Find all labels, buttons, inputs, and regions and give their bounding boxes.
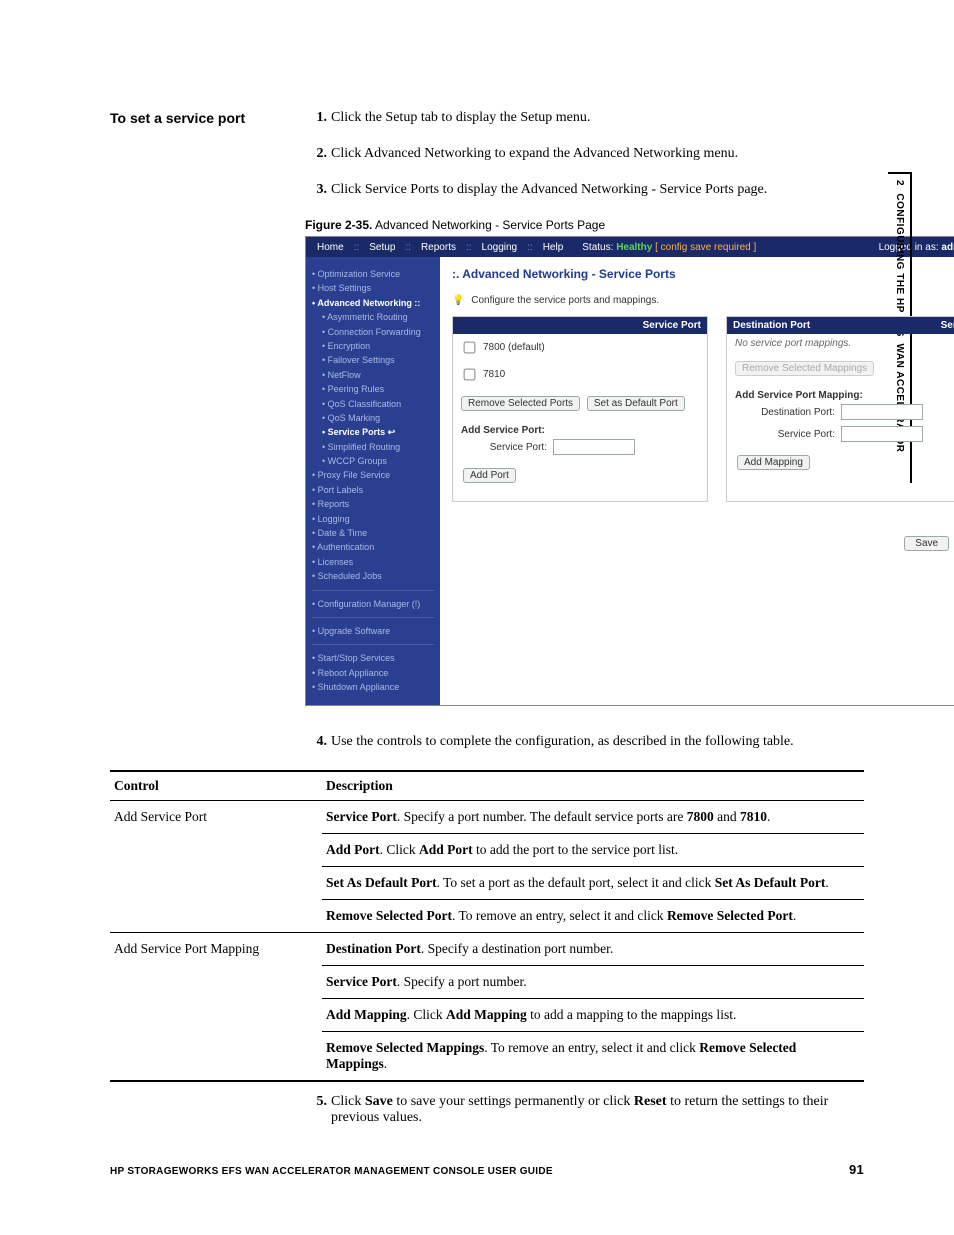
sidebar-item[interactable]: • Shutdown Appliance [312,680,434,694]
ss-topbar: Home:: Setup:: Reports:: Logging:: Help … [306,237,954,257]
service-port-header: Service Port [453,317,707,334]
sidebar-item[interactable]: • Port Labels [312,483,434,497]
nav-help[interactable]: Help [538,242,569,253]
nav-home[interactable]: Home [312,242,349,253]
description-cell: Set As Default Port. To set a port as th… [322,866,864,899]
description-cell: Add Mapping. Click Add Mapping to add a … [322,998,864,1031]
port-row-7800[interactable]: 7800 (default) [453,334,707,361]
page-title: :. Advanced Networking - Service Ports [452,267,954,281]
service-port-input[interactable] [553,439,635,455]
sidebar-item[interactable]: • Reports [312,497,434,511]
port-7810-checkbox[interactable] [464,369,476,381]
mapping-panel: Destination Port Service Port No service… [726,316,954,502]
sidebar-item[interactable]: • Asymmetric Routing [312,310,434,324]
description-cell: Service Port. Specify a port number. The… [322,800,864,833]
service-port-panel: Service Port 7800 (default) 7810 [452,316,708,502]
sidebar-item[interactable]: • QoS Marking [312,411,434,425]
step-3: 3. Click Service Ports to display the Ad… [305,182,954,198]
description-cell: Remove Selected Port. To remove an entry… [322,899,864,932]
bulb-icon: 💡 [452,295,464,306]
description-cell: Service Port. Specify a port number. [322,965,864,998]
step-1: 1. Click the Setup tab to display the Se… [305,110,954,126]
step-4: 4. Use the controls to complete the conf… [305,734,864,750]
footer-page-number: 91 [849,1162,864,1177]
sidebar-item[interactable]: • Upgrade Software [312,624,434,638]
status-area: Status: Healthy [ config save required ] [582,242,756,253]
mapping-header: Destination Port Service Port [727,317,954,334]
sidebar-item[interactable]: • Service Ports ↩ [312,425,434,439]
ss-sidebar: • Optimization Service• Host Settings• A… [306,257,440,705]
description-cell: Add Port. Click Add Port to add the port… [322,833,864,866]
destination-port-row: Destination Port: [727,401,954,423]
sidebar-divider [312,590,434,591]
sidebar-item[interactable]: • Optimization Service [312,267,434,281]
sidebar-item[interactable]: • Failover Settings [312,353,434,367]
ss-topnav: Home:: Setup:: Reports:: Logging:: Help [312,242,568,253]
nav-setup[interactable]: Setup [364,242,400,253]
step-5-text: Click Save to save your settings permane… [331,1094,864,1126]
control-name-cell: Add Service Port Mapping [110,932,322,1081]
step-5: 5. Click Save to save your settings perm… [305,1094,864,1126]
sidebar-item[interactable]: • Date & Time [312,526,434,540]
add-service-port-title: Add Service Port: [453,419,707,436]
sidebar-item[interactable]: • Proxy File Service [312,468,434,482]
add-mapping-title: Add Service Port Mapping: [727,384,954,401]
sidebar-item[interactable]: • WCCP Groups [312,454,434,468]
ss-main: ↻ ⎙ :. Advanced Networking - Service Por… [440,257,954,705]
mapping-service-port-row: Service Port: [727,423,954,445]
nav-reports[interactable]: Reports [416,242,461,253]
figure-caption: Figure 2-35. Advanced Networking - Servi… [305,218,954,232]
sidebar-item[interactable]: • Configuration Manager (!) [312,597,434,611]
no-mappings-text: No service port mappings. [727,334,954,353]
set-default-port-button[interactable]: Set as Default Port [587,396,685,411]
sidebar-item[interactable]: • Logging [312,512,434,526]
sidebar-item[interactable]: • Advanced Networking :: [312,296,434,310]
chapter-number: 2 [894,180,905,186]
sidebar-item[interactable]: • Host Settings [312,281,434,295]
control-name-cell: Add Service Port [110,800,322,932]
description-cell: Remove Selected Mappings. To remove an e… [322,1031,864,1081]
service-port-field-row: Service Port: [453,436,707,458]
sidebar-item[interactable]: • Licenses [312,555,434,569]
destination-port-input[interactable] [841,404,923,420]
remove-selected-mappings-button[interactable]: Remove Selected Mappings [735,361,874,376]
port-row-7810[interactable]: 7810 [453,361,707,388]
port-7800-checkbox[interactable] [464,342,476,354]
add-mapping-button[interactable]: Add Mapping [737,455,810,470]
save-reset-row: Save Reset [452,532,954,555]
sidebar-item[interactable]: • Peering Rules [312,382,434,396]
sidebar-item[interactable]: • Simplified Routing [312,440,434,454]
step-2: 2. Click Advanced Networking to expand t… [305,146,954,162]
sidebar-item[interactable]: • Connection Forwarding [312,325,434,339]
sidebar-item[interactable]: • Scheduled Jobs [312,569,434,583]
col-description: Description [322,771,864,801]
sidebar-item[interactable]: • QoS Classification [312,397,434,411]
col-control: Control [110,771,322,801]
sidebar-divider [312,617,434,618]
screenshot-figure: Home:: Setup:: Reports:: Logging:: Help … [305,236,954,706]
sidebar-item[interactable]: • NetFlow [312,368,434,382]
config-save-required-link[interactable]: [ config save required ] [655,242,756,253]
sidebar-item[interactable]: • Reboot Appliance [312,666,434,680]
save-button[interactable]: Save [904,536,949,551]
section-heading: To set a service port [110,110,305,726]
description-cell: Destination Port. Specify a destination … [322,932,864,965]
page-hint: 💡 Configure the service ports and mappin… [452,295,954,306]
footer-title: HP STORAGEWORKS EFS WAN ACCELERATOR MANA… [110,1166,553,1177]
sidebar-item[interactable]: • Encryption [312,339,434,353]
sidebar-item[interactable]: • Authentication [312,540,434,554]
steps-top: 1. Click the Setup tab to display the Se… [305,110,954,726]
remove-selected-ports-button[interactable]: Remove Selected Ports [461,396,580,411]
mapping-service-port-input[interactable] [841,426,923,442]
sidebar-item[interactable]: • Start/Stop Services [312,651,434,665]
add-port-button[interactable]: Add Port [463,468,516,483]
controls-table: Control Description Add Service PortServ… [110,770,864,1082]
nav-logging[interactable]: Logging [477,242,523,253]
page-footer: HP STORAGEWORKS EFS WAN ACCELERATOR MANA… [110,1162,864,1177]
sidebar-divider [312,644,434,645]
